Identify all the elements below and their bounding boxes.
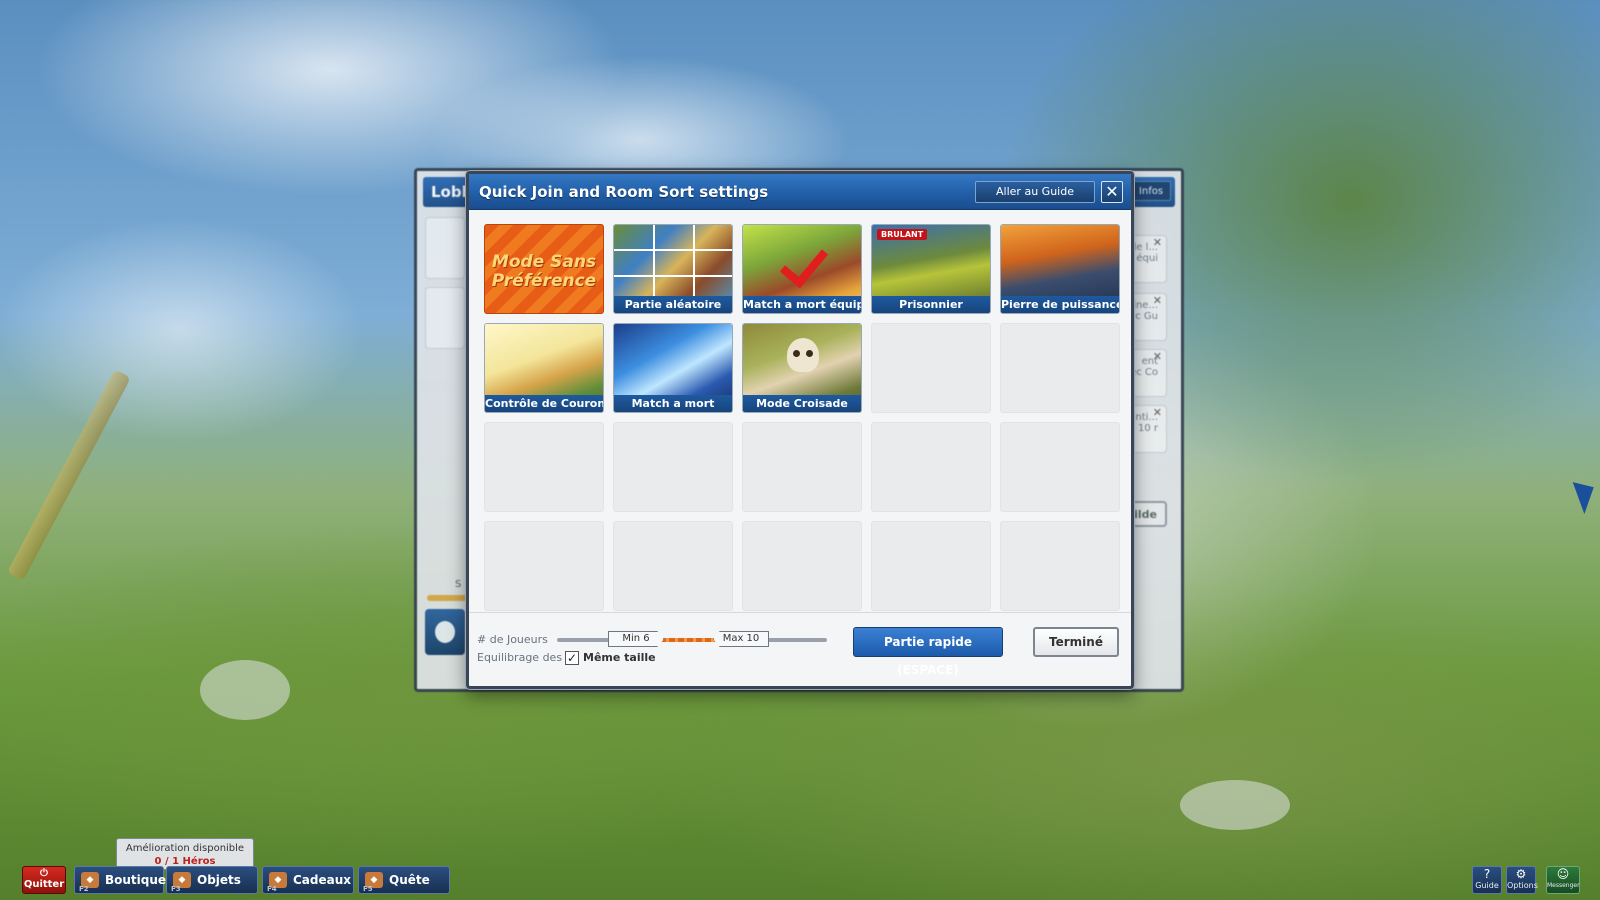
empty-mode-slot [871, 521, 991, 611]
quit-button[interactable]: ⏻ Quitter [22, 866, 66, 894]
mode-label: Partie aléatoire [614, 296, 732, 313]
mode-tile-crusade[interactable]: Mode Croisade [742, 323, 862, 413]
background-rock [1180, 780, 1290, 830]
same-size-label[interactable]: Même taille [583, 651, 656, 664]
infos-button[interactable]: Infos [1131, 181, 1171, 201]
mode-label: Match a mort équipe [743, 296, 862, 313]
mode-label: Contrôle de Couronne [485, 395, 604, 412]
go-to-guide-button[interactable]: Aller au Guide [975, 181, 1095, 203]
messenger-icon: ☺ [1556, 867, 1570, 881]
lobby-progress-bar [427, 595, 467, 601]
min-players-handle[interactable]: Min 6 [608, 631, 664, 647]
options-button[interactable]: ⚙ Options [1506, 866, 1538, 894]
gifts-button[interactable]: ◆ F4 Cadeaux [262, 866, 354, 894]
close-icon[interactable]: ✕ [1153, 294, 1162, 307]
mode-label: Mode Croisade [743, 395, 861, 412]
players-slider-range [660, 638, 720, 642]
mode-tile-team-deathmatch[interactable]: Match a mort équipe [742, 224, 862, 314]
empty-mode-slot [742, 521, 862, 611]
mode-tile-power-stone[interactable]: Pierre de puissance [1000, 224, 1120, 314]
avatar[interactable] [425, 609, 465, 655]
quick-join-dialog: Quick Join and Room Sort settings Aller … [466, 171, 1134, 689]
close-icon[interactable]: ✕ [1153, 406, 1162, 419]
empty-mode-slot [484, 521, 604, 611]
empty-mode-slot [613, 422, 733, 512]
no-preference-label: Mode Sans Préférence [491, 252, 597, 291]
players-label: # de Joueurs [477, 633, 548, 646]
team-balance-label: Equilibrage des [477, 651, 563, 664]
same-size-checkbox[interactable]: ✓ [565, 651, 579, 665]
lobby-hero-slot[interactable] [425, 287, 465, 349]
mode-tile-deathmatch[interactable]: Match a mort [613, 323, 733, 413]
shop-button[interactable]: ◆ F2 Boutique [74, 866, 166, 894]
empty-mode-slot [742, 422, 862, 512]
background-sword [7, 369, 131, 581]
mode-label: Pierre de puissance [1001, 296, 1120, 313]
power-icon: ⏻ [40, 868, 48, 879]
empty-mode-slot [613, 521, 733, 611]
mode-label: Prisonnier [872, 296, 990, 313]
close-icon[interactable]: ✕ [1153, 350, 1162, 363]
messenger-button[interactable]: ☺ Messenger [1546, 866, 1580, 894]
mode-label: Match a mort [614, 395, 732, 412]
empty-mode-slot [1000, 422, 1120, 512]
quick-join-button[interactable]: Partie rapide (ESPACE) [853, 627, 1003, 677]
gear-icon: ⚙ [1515, 867, 1527, 881]
dialog-footer: # de Joueurs Min 6 Max 10 Equilibrage de… [469, 612, 1131, 686]
hot-badge: BRULANT [877, 229, 928, 240]
help-icon: ? [1483, 867, 1491, 881]
dialog-header: Quick Join and Room Sort settings Aller … [469, 174, 1131, 210]
guide-button[interactable]: ? Guide [1472, 866, 1502, 894]
lobby-s-label: S [455, 579, 462, 590]
max-players-handle[interactable]: Max 10 [713, 631, 769, 647]
done-button[interactable]: Terminé [1033, 627, 1119, 657]
empty-mode-slot [1000, 521, 1120, 611]
close-icon[interactable]: ✕ [1101, 181, 1123, 203]
lobby-hero-slot[interactable] [425, 217, 465, 279]
background-rock [200, 660, 290, 720]
empty-mode-slot [1000, 323, 1120, 413]
empty-mode-slot [484, 422, 604, 512]
mode-tile-prisoner[interactable]: BRULANT Prisonnier [871, 224, 991, 314]
empty-mode-slot [871, 422, 991, 512]
skull-icon [787, 338, 819, 372]
mouse-cursor-icon [1572, 475, 1600, 515]
items-button[interactable]: ◆ F3 Objets [166, 866, 258, 894]
close-icon[interactable]: ✕ [1153, 236, 1162, 249]
dialog-title: Quick Join and Room Sort settings [479, 183, 769, 201]
empty-mode-slot [871, 323, 991, 413]
mode-tile-random[interactable]: Partie aléatoire [613, 224, 733, 314]
quest-button[interactable]: ◆ F5 Quête [358, 866, 450, 894]
mode-tile-crown-control[interactable]: Contrôle de Couronne [484, 323, 604, 413]
mode-tile-no-preference[interactable]: Mode Sans Préférence [484, 224, 604, 314]
